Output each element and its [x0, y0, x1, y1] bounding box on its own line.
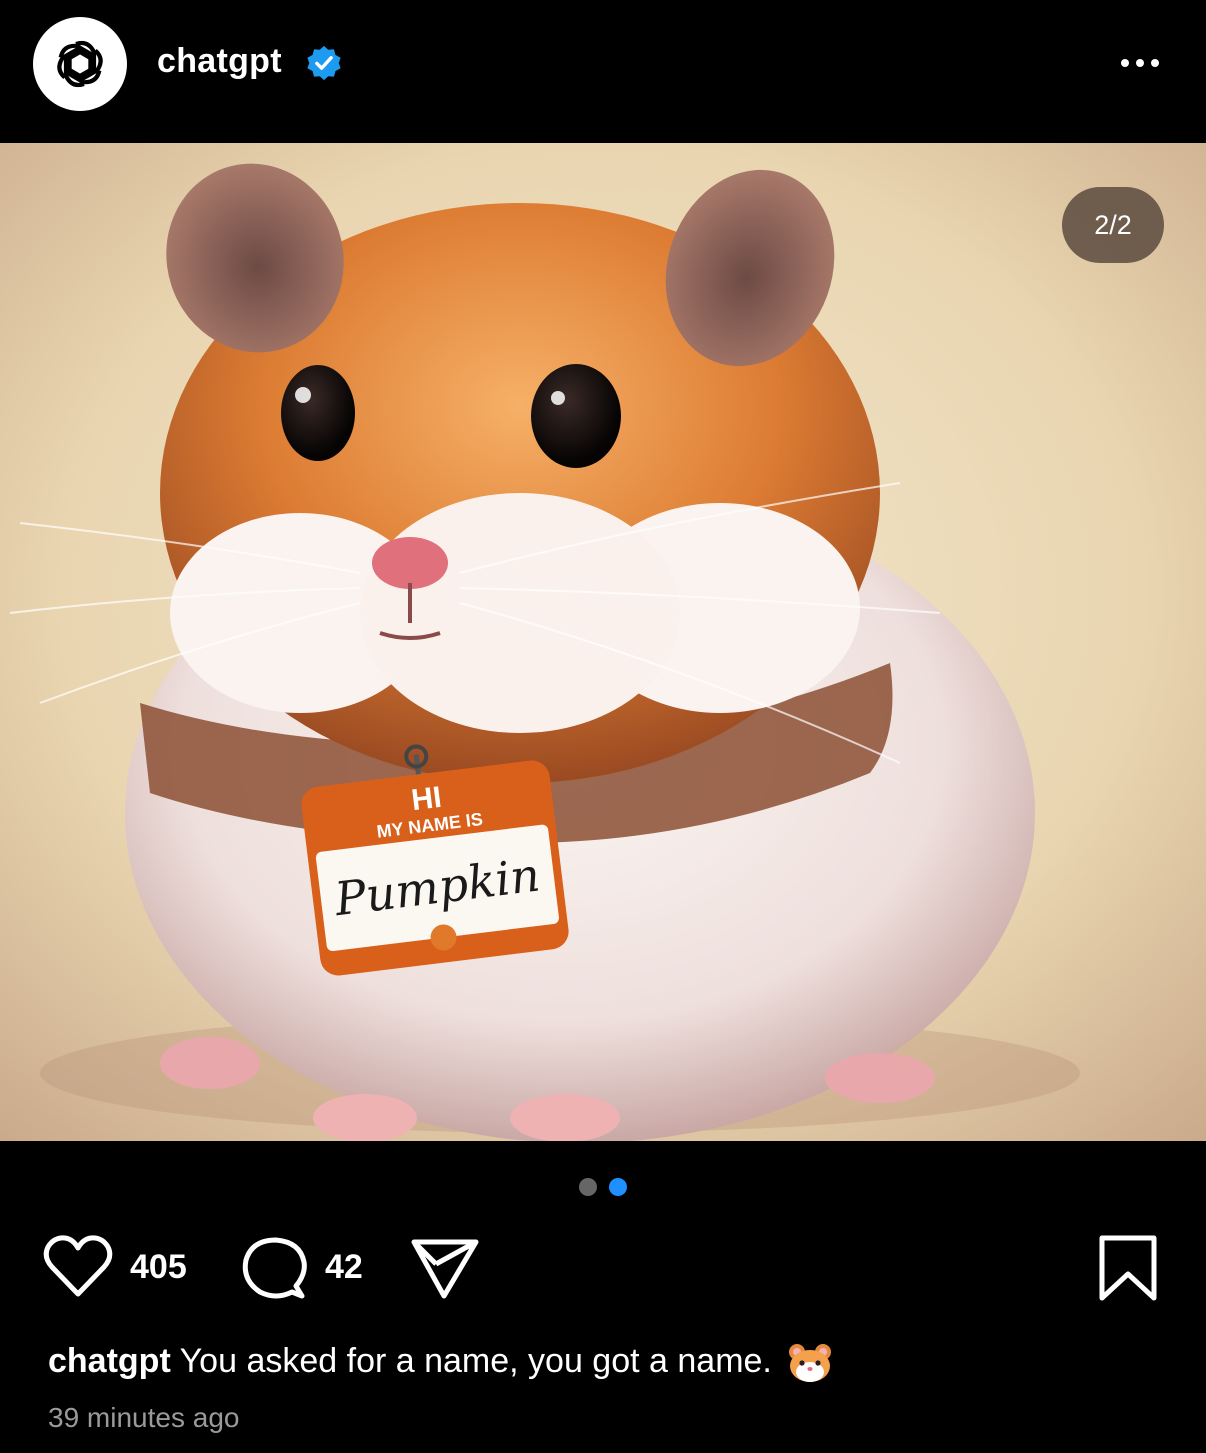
- caption-username[interactable]: chatgpt: [48, 1342, 171, 1380]
- post-username[interactable]: chatgpt: [157, 42, 282, 81]
- slide-counter: 2/2: [1062, 187, 1164, 263]
- caption-text: You asked for a name, you got a name.: [179, 1342, 772, 1380]
- post-header: chatgpt: [0, 0, 1206, 143]
- heart-icon[interactable]: [40, 1230, 116, 1306]
- hamster-emoji-icon: [789, 1344, 832, 1383]
- hamster-illustration: HI MY NAME IS Pumpkin: [0, 143, 1206, 1141]
- more-options-button[interactable]: [1110, 46, 1170, 80]
- comment-icon[interactable]: [236, 1230, 312, 1306]
- carousel-dot-active[interactable]: [609, 1178, 627, 1196]
- carousel-indicator: [0, 1178, 1206, 1198]
- bookmark-icon[interactable]: [1090, 1230, 1166, 1306]
- send-icon[interactable]: [406, 1230, 482, 1306]
- carousel-dot[interactable]: [579, 1178, 597, 1196]
- post-timestamp: 39 minutes ago: [48, 1402, 240, 1433]
- more-dots-icon: [1121, 59, 1129, 67]
- post-caption: chatgpt You asked for a name, you got a …: [48, 1340, 1168, 1384]
- avatar[interactable]: [33, 17, 127, 111]
- action-bar: 405 42: [0, 1230, 1206, 1310]
- like-count[interactable]: 405: [130, 1248, 187, 1287]
- comment-count[interactable]: 42: [325, 1248, 363, 1287]
- openai-logo-icon: [57, 40, 103, 88]
- tag-line1: HI: [410, 781, 444, 817]
- post-image[interactable]: HI MY NAME IS Pumpkin: [0, 143, 1206, 1141]
- verified-badge-icon: [307, 45, 341, 81]
